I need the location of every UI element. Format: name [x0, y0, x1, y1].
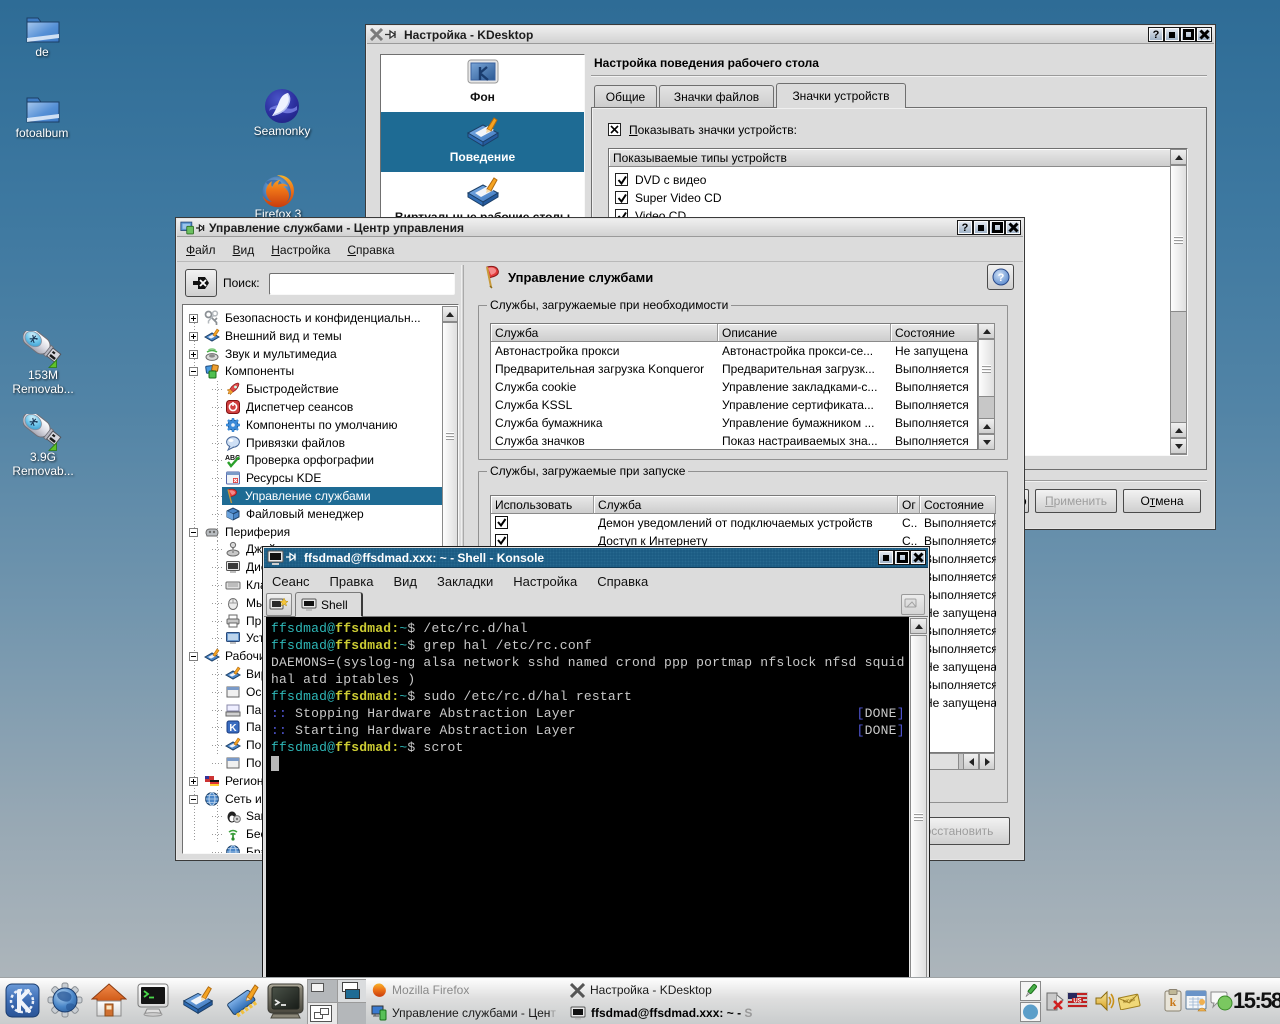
svg-text:K: K — [229, 723, 237, 734]
svg-text:US: US — [1073, 999, 1081, 1005]
svg-text:15:58: 15:58 — [1233, 988, 1280, 1013]
svg-text:?: ? — [997, 272, 1004, 284]
svg-text:k: k — [1170, 995, 1177, 1009]
